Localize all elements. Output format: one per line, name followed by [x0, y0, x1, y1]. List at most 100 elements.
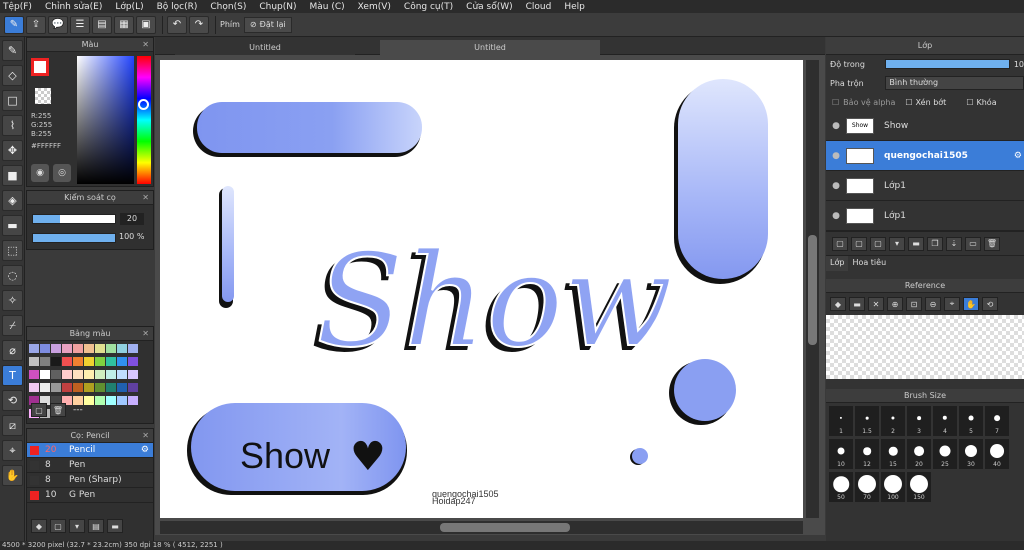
bucket-icon[interactable]: ◈	[2, 190, 23, 211]
palette-swatch[interactable]	[106, 396, 116, 405]
magic-wand-icon[interactable]: ✧	[2, 290, 23, 311]
brush-item[interactable]: 20 Pencil ⚙	[27, 443, 153, 458]
brush-item[interactable]: 8 Pen	[27, 458, 153, 473]
brush-size-option[interactable]: 1.5	[855, 406, 879, 436]
palette-swatch[interactable]	[51, 370, 61, 379]
visibility-icon[interactable]: ●	[826, 181, 846, 191]
palette-swatch[interactable]	[84, 357, 94, 366]
palette-swatch[interactable]	[95, 383, 105, 392]
blend-mode-select[interactable]: Bình thường	[885, 76, 1024, 90]
reference-view[interactable]	[826, 315, 1024, 379]
brush-size-option[interactable]: 30	[959, 439, 983, 469]
lasso-icon[interactable]: ◌	[2, 265, 23, 286]
ref-close-icon[interactable]: ✕	[868, 297, 884, 311]
ref-hand-icon[interactable]: ✋	[963, 297, 979, 311]
tab-navigator[interactable]: Hoa tiêu	[848, 256, 890, 271]
palette-swatch[interactable]	[117, 383, 127, 392]
brush-mode-icon[interactable]: ✎	[4, 15, 24, 34]
fit-icon[interactable]: ⊡	[906, 297, 922, 311]
brush-item[interactable]: 8 Pen (Sharp)	[27, 473, 153, 488]
magic-brush-icon[interactable]: ⌇	[2, 115, 23, 136]
menu-item[interactable]: Cloud	[526, 2, 552, 12]
brush-size-option[interactable]: 5	[959, 406, 983, 436]
palette-swatch[interactable]	[84, 370, 94, 379]
close-icon[interactable]: ✕	[142, 327, 149, 341]
palette-swatch[interactable]	[73, 383, 83, 392]
palette-swatch[interactable]	[51, 344, 61, 353]
hue-handle[interactable]	[138, 99, 149, 110]
operation-icon[interactable]: ⟲	[2, 390, 23, 411]
palette-swatch[interactable]	[40, 383, 50, 392]
visibility-icon[interactable]: ●	[826, 211, 846, 221]
palette-swatch[interactable]	[128, 383, 138, 392]
new-layer-1bit-icon[interactable]: ▢	[870, 236, 886, 251]
palette-swatch[interactable]	[51, 383, 61, 392]
eraser-tool-icon[interactable]: ◇	[2, 65, 23, 86]
brush-size-option[interactable]: 50	[829, 472, 853, 502]
menu-item[interactable]: Màu (C)	[310, 2, 345, 12]
ref-rotate-icon[interactable]: ⟲	[982, 297, 998, 311]
close-icon[interactable]: ✕	[142, 38, 149, 52]
palette-swatch[interactable]	[40, 344, 50, 353]
palette-swatch[interactable]	[95, 344, 105, 353]
menu-item[interactable]: Help	[564, 2, 585, 12]
palette-swatch[interactable]	[128, 396, 138, 405]
palette-swatch[interactable]	[73, 344, 83, 353]
brush-opacity-slider[interactable]	[32, 233, 116, 243]
palette-swatch[interactable]	[95, 357, 105, 366]
layers-icon[interactable]: ▤	[92, 15, 112, 34]
palette-swatch[interactable]	[84, 396, 94, 405]
merge-layer-icon[interactable]: ⇣	[946, 236, 962, 251]
brush-size-option[interactable]: 40	[985, 439, 1009, 469]
lock-checkbox[interactable]: ☐	[966, 98, 973, 107]
layer-row[interactable]: ● quengochai1505 ⚙	[826, 141, 1024, 171]
chat-icon[interactable]: 💬	[48, 15, 68, 34]
palette-swatch[interactable]	[73, 370, 83, 379]
palette-swatch[interactable]	[62, 344, 72, 353]
brush-size-option[interactable]: 25	[933, 439, 957, 469]
tab-untitled-2[interactable]: Untitled	[380, 40, 600, 55]
brush-item[interactable]: 10 G Pen	[27, 488, 153, 503]
delete-layer-icon[interactable]: 🗑	[984, 236, 1000, 251]
palette-swatch[interactable]	[40, 357, 50, 366]
palette-swatch[interactable]	[117, 396, 127, 405]
menu-item[interactable]: Chọn(S)	[210, 2, 246, 12]
palette-swatch[interactable]	[84, 344, 94, 353]
palette-swatch[interactable]	[128, 357, 138, 366]
brush-size-option[interactable]: 2	[881, 406, 905, 436]
divide-icon[interactable]: ⧄	[2, 415, 23, 436]
menu-item[interactable]: Xem(V)	[358, 2, 391, 12]
grid-icon[interactable]: ▦	[114, 15, 134, 34]
tab-untitled-1[interactable]: Untitled	[175, 40, 355, 55]
brush-size-option[interactable]: 10	[829, 439, 853, 469]
menu-item[interactable]: Lớp(L)	[115, 2, 143, 12]
layer-row[interactable]: ● Lớp1	[826, 171, 1024, 201]
brush-size-option[interactable]: 100	[881, 472, 905, 502]
brush-folder-icon[interactable]: ▬	[107, 519, 123, 533]
palette-swatch[interactable]	[117, 370, 127, 379]
palette-swatch[interactable]	[51, 357, 61, 366]
palette-swatch[interactable]	[128, 344, 138, 353]
palette-swatch[interactable]	[29, 370, 39, 379]
menu-item[interactable]: Chụp(N)	[259, 2, 296, 12]
add-layer-menu-icon[interactable]: ▾	[889, 236, 905, 251]
clear-layer-icon[interactable]: ▭	[965, 236, 981, 251]
new-palette-icon[interactable]: ▢	[31, 403, 47, 417]
text-tool-icon[interactable]: T	[2, 365, 23, 386]
menu-item[interactable]: Chỉnh sửa(E)	[45, 2, 102, 12]
palette-swatch[interactable]	[62, 357, 72, 366]
layer-folder-icon[interactable]: ▬	[908, 236, 924, 251]
palette-swatch[interactable]	[29, 383, 39, 392]
brush-tool-icon[interactable]: ✎	[2, 40, 23, 61]
palette-swatch[interactable]	[40, 370, 50, 379]
brush-size-slider[interactable]	[32, 214, 116, 224]
color-set-icon[interactable]: ◎	[53, 164, 71, 182]
vertical-scrollbar[interactable]	[806, 60, 819, 518]
brush-size-option[interactable]: 7	[985, 406, 1009, 436]
brush-add-icon[interactable]: ◆	[31, 519, 47, 533]
eyedropper-icon[interactable]: ⌖	[2, 440, 23, 461]
new-layer-8bit-icon[interactable]: ▢	[851, 236, 867, 251]
brush-size-option[interactable]: 15	[881, 439, 905, 469]
palette-swatch[interactable]	[106, 357, 116, 366]
brush-copy-icon[interactable]: ▾	[69, 519, 85, 533]
